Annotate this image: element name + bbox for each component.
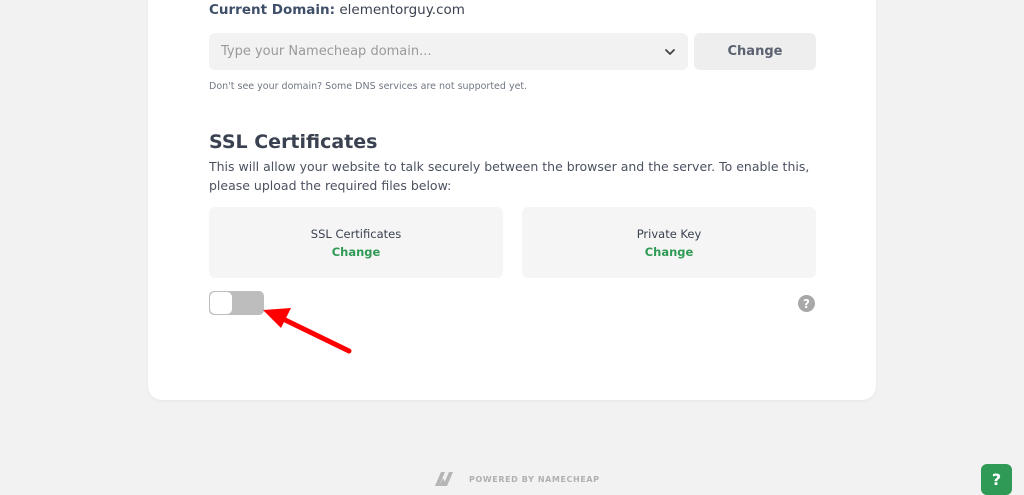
domain-select[interactable]: Type your Namecheap domain... [209, 33, 688, 70]
ssl-certificate-label: SSL Certificates [310, 226, 402, 241]
namecheap-logo-icon [435, 472, 453, 486]
chevron-down-icon [665, 48, 675, 55]
ssl-section-description: This will allow your website to talk sec… [209, 159, 810, 193]
help-icon[interactable]: ? [798, 295, 815, 312]
current-domain: Current Domain: elementorguy.com [209, 2, 465, 18]
private-key-label: Private Key [636, 226, 702, 241]
domain-hint: Don't see your domain? Some DNS services… [209, 81, 528, 92]
help-fab-button[interactable]: ? [981, 464, 1012, 495]
annotation-arrow-icon [263, 308, 352, 354]
current-domain-label: Current Domain: [209, 2, 336, 18]
current-domain-value: elementorguy.com [339, 2, 465, 18]
powered-by-text: POWERED BY NAMECHEAP [469, 474, 600, 484]
ssl-certificate-upload[interactable]: SSL Certificates Change [209, 207, 503, 278]
domain-select-placeholder: Type your Namecheap domain... [221, 44, 432, 59]
private-key-upload[interactable]: Private Key Change [522, 207, 816, 278]
change-domain-button[interactable]: Change [694, 33, 816, 70]
private-key-change-link[interactable]: Change [645, 245, 694, 259]
ssl-toggle-knob [210, 292, 232, 314]
powered-by-footer: POWERED BY NAMECHEAP [433, 470, 600, 488]
ssl-certificate-change-link[interactable]: Change [332, 245, 381, 259]
ssl-section-title: SSL Certificates [209, 131, 378, 153]
